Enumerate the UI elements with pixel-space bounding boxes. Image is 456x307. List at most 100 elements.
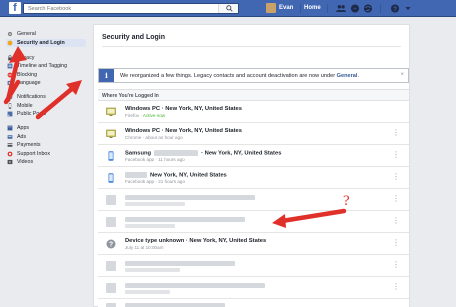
more-options-icon[interactable]: ⋮ <box>392 239 400 247</box>
sidebar-item-general[interactable]: General <box>6 30 86 38</box>
search-icon <box>226 5 233 12</box>
svg-text:?: ? <box>109 242 113 249</box>
more-options-icon[interactable]: ⋮ <box>392 151 400 159</box>
more-options-icon[interactable]: ⋮ <box>392 261 400 269</box>
notice-message: We reorganized a few things. Legacy cont… <box>120 73 337 79</box>
payments-icon <box>7 143 13 147</box>
session-detail: July 11 at 10:00am <box>125 245 164 250</box>
more-options-icon[interactable]: ⋮ <box>392 195 400 203</box>
friend-requests-icon[interactable] <box>336 4 346 13</box>
session-title: Windows PC · New York, NY, United States <box>125 106 242 112</box>
redacted-text <box>125 261 235 266</box>
more-options-icon[interactable]: ⋮ <box>392 129 400 137</box>
more-options-icon[interactable]: ⋮ <box>392 173 400 181</box>
redacted-session-row[interactable]: ⋮ <box>98 256 409 277</box>
redacted-text <box>125 283 265 288</box>
monitor-icon <box>106 107 116 116</box>
home-link[interactable]: Home <box>304 5 321 11</box>
notice-period: . <box>357 73 360 79</box>
nav-divider <box>380 4 381 13</box>
profile-link[interactable]: Evan <box>279 5 293 11</box>
sidebar-item-label: Support Inbox <box>17 150 50 157</box>
close-icon[interactable]: × <box>400 72 404 78</box>
videos-icon <box>7 159 13 165</box>
top-navigation-bar: f Evan Home ? <box>0 0 456 17</box>
active-now-status: Active now <box>142 113 166 118</box>
redacted-session-row[interactable] <box>98 300 409 307</box>
sidebar-item-timeline-and-tagging[interactable]: Timeline and Tagging <box>6 62 86 70</box>
nav-divider <box>300 4 301 13</box>
user-avatar[interactable] <box>266 3 276 13</box>
redacted-session-row[interactable]: ⋮ <box>98 278 409 299</box>
search-input[interactable] <box>24 4 214 13</box>
phone-icon <box>108 151 114 161</box>
section-header: Where You're Logged In <box>98 89 409 101</box>
session-row[interactable]: Windows PC · New York, NY, United States… <box>98 102 409 123</box>
facebook-logo-icon[interactable]: f <box>9 2 21 14</box>
globe-icon <box>7 94 13 100</box>
sidebar-item-label: Public Posts <box>17 111 47 117</box>
redacted-text <box>154 150 199 156</box>
session-title: Windows PC · New York, NY, United States <box>125 128 242 134</box>
messages-icon[interactable] <box>350 4 360 13</box>
sidebar-item-payments[interactable]: Payments <box>6 141 86 149</box>
sidebar-item-blocking[interactable]: Blocking <box>6 71 86 79</box>
sidebar-group: Notifications Mobile Public Posts <box>6 93 86 118</box>
sidebar-item-label: Language <box>17 80 41 86</box>
blocking-icon <box>7 72 13 77</box>
quick-help-icon[interactable]: ? <box>390 4 400 13</box>
session-title: Samsung · New York, NY, United States <box>125 150 281 157</box>
sidebar-item-label: Payments <box>17 142 41 148</box>
sidebar-item-label: Ads <box>17 133 27 140</box>
sidebar-group: Privacy Timeline and Tagging Blocking La… <box>6 54 86 88</box>
timeline-icon <box>7 63 13 69</box>
sidebar-item-label: Security and Login <box>17 39 65 46</box>
svg-text:?: ? <box>393 6 397 13</box>
session-title: New York, NY, United States <box>125 172 227 179</box>
notifications-globe-icon[interactable] <box>363 4 373 13</box>
sidebar-item-language[interactable]: Language <box>6 79 86 87</box>
redacted-session-row[interactable]: ⋮ <box>98 190 409 211</box>
phone-icon <box>108 173 114 183</box>
sidebar-item-apps[interactable]: Apps <box>6 124 86 132</box>
redacted-icon <box>106 261 116 271</box>
session-row[interactable]: New York, NY, United States Facebook app… <box>98 168 409 189</box>
sidebar-item-support-inbox[interactable]: Support Inbox <box>6 150 86 158</box>
sidebar-item-mobile[interactable]: Mobile <box>6 102 86 110</box>
sidebar-item-privacy[interactable]: Privacy <box>6 54 86 62</box>
more-options-icon[interactable]: ⋮ <box>392 217 400 225</box>
more-options-icon[interactable]: ⋮ <box>392 283 400 291</box>
sidebar-group: Apps Ads Payments Support Inbox Videos <box>6 124 86 166</box>
redacted-text <box>125 172 147 178</box>
session-row[interactable]: Windows PC · New York, NY, United States… <box>98 124 409 145</box>
language-icon <box>7 80 13 86</box>
redacted-icon <box>106 303 116 307</box>
reorganization-notice: i We reorganized a few things. Legacy co… <box>98 68 409 83</box>
sidebar-item-label: Notifications <box>17 94 46 100</box>
session-row[interactable]: Samsung · New York, NY, United States Fac… <box>98 146 409 167</box>
redacted-text <box>125 217 245 222</box>
sidebar-item-public-posts[interactable]: Public Posts <box>6 110 86 118</box>
redacted-text <box>125 268 180 272</box>
sidebar-item-label: Apps <box>17 125 30 131</box>
redacted-session-row[interactable]: ⋮ <box>98 212 409 233</box>
redacted-text <box>125 202 185 206</box>
general-settings-link[interactable]: General <box>337 73 358 79</box>
sidebar-item-security-and-login[interactable]: Security and Login <box>6 38 86 47</box>
sidebar-item-label: Mobile <box>17 102 33 109</box>
sidebar-item-label: General <box>17 31 36 37</box>
mobile-icon <box>8 102 12 109</box>
shield-icon <box>7 40 13 45</box>
account-menu-chevron-down-icon[interactable] <box>403 4 413 13</box>
sidebar-item-notifications[interactable]: Notifications <box>6 93 86 101</box>
session-row-unknown-device[interactable]: ? Device type unknown · New York, NY, Un… <box>98 234 409 255</box>
search-button[interactable] <box>218 4 238 13</box>
sidebar-item-ads[interactable]: Ads <box>6 133 86 141</box>
session-detail: Firefox · Active now <box>125 113 165 118</box>
redacted-text <box>125 195 255 200</box>
redacted-text <box>125 303 225 307</box>
apps-icon <box>7 125 13 131</box>
session-detail: Facebook app · 21 hours ago <box>125 179 186 184</box>
sidebar-item-videos[interactable]: Videos <box>6 158 86 166</box>
page-title: Security and Login <box>102 34 166 41</box>
